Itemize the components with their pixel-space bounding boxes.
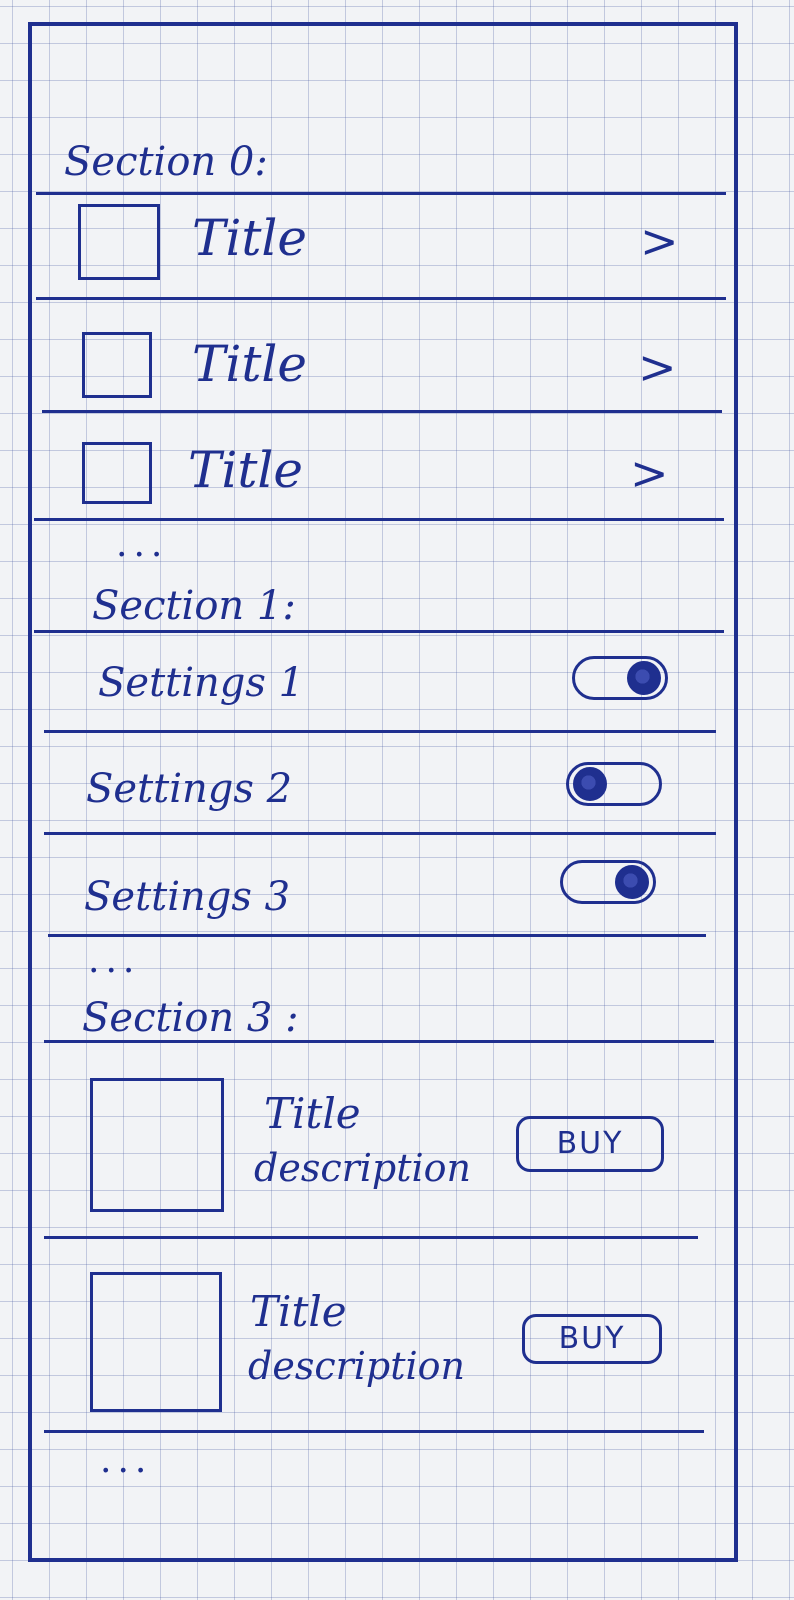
section-0-more-indicator: ...: [116, 524, 169, 565]
setting-row-3: Settings 3: [36, 836, 726, 934]
setting-1-toggle[interactable]: [572, 656, 668, 700]
setting-label: Settings 3: [84, 874, 291, 920]
chevron-right-icon: >: [640, 214, 679, 268]
section-1-more-indicator: ...: [88, 940, 141, 981]
chevron-right-icon: >: [630, 446, 669, 500]
section-0-item-1[interactable]: Title >: [36, 196, 726, 296]
section-3-more-indicator: ...: [100, 1440, 153, 1481]
product-title: Title: [264, 1089, 361, 1138]
toggle-knob: [627, 661, 661, 695]
product-description: description: [248, 1344, 466, 1388]
setting-row-2: Settings 2: [36, 734, 726, 832]
divider: [44, 1040, 714, 1043]
setting-3-toggle[interactable]: [560, 860, 656, 904]
thumbnail-image-placeholder: [82, 332, 152, 398]
product-image-placeholder: [90, 1272, 222, 1412]
divider: [34, 630, 724, 633]
thumbnail-image-placeholder: [82, 442, 152, 504]
item-title: Title: [188, 441, 304, 499]
toggle-knob: [573, 767, 607, 801]
section-0-header: Section 0:: [64, 139, 268, 185]
product-row-2: Title description BUY: [36, 1240, 726, 1430]
thumbnail-image-placeholder: [78, 204, 160, 280]
setting-label: Settings 1: [98, 660, 305, 706]
section-1-header: Section 1:: [92, 583, 296, 629]
divider: [44, 832, 716, 835]
divider: [34, 518, 724, 521]
section-0-item-2[interactable]: Title >: [36, 300, 726, 410]
product-image-placeholder: [90, 1078, 224, 1212]
buy-button[interactable]: BUY: [522, 1314, 662, 1364]
section-3-header: Section 3 :: [82, 995, 299, 1041]
product-row-1: Title description BUY: [36, 1044, 726, 1236]
divider: [44, 1236, 698, 1239]
product-title: Title: [250, 1287, 347, 1336]
product-description: description: [254, 1146, 472, 1190]
item-title: Title: [192, 335, 308, 393]
setting-label: Settings 2: [86, 766, 293, 812]
section-0-item-3[interactable]: Title >: [36, 414, 726, 518]
divider: [44, 1430, 704, 1433]
chevron-right-icon: >: [638, 340, 677, 394]
divider: [42, 410, 722, 413]
setting-2-toggle[interactable]: [566, 762, 662, 806]
divider: [44, 730, 716, 733]
item-title: Title: [192, 209, 308, 267]
buy-button[interactable]: BUY: [516, 1116, 664, 1172]
divider: [36, 192, 726, 195]
toggle-knob: [615, 865, 649, 899]
divider: [48, 934, 706, 937]
setting-row-1: Settings 1: [36, 634, 726, 730]
